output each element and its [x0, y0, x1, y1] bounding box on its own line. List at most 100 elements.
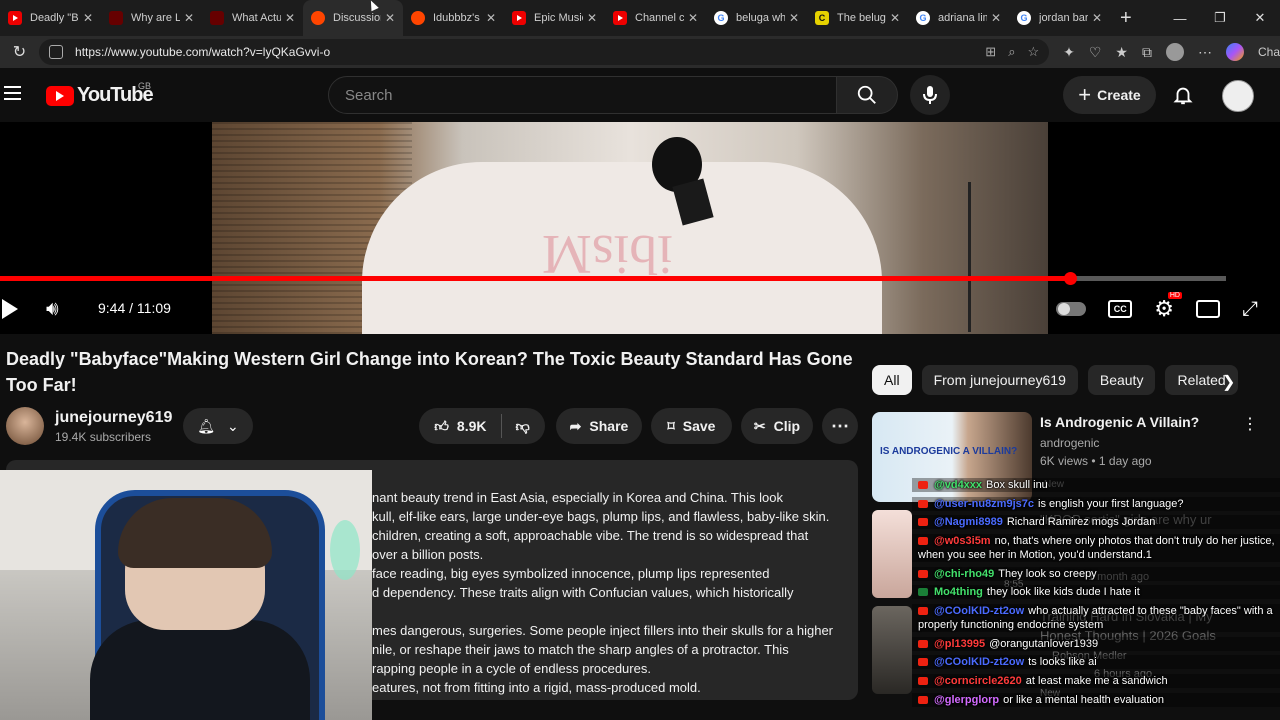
miniplayer-icon[interactable] [1196, 300, 1220, 318]
description-line: nant beauty trend in East Asia, especial… [372, 490, 783, 505]
channel-avatar[interactable] [6, 407, 44, 445]
video-thumbnail[interactable] [872, 606, 912, 694]
member-badge-icon [918, 588, 928, 597]
browser-tab[interactable]: Deadly "Ba ✕ [0, 0, 101, 36]
restore-icon[interactable]: ❐ [1200, 10, 1240, 26]
like-count[interactable]: 8.9K [457, 418, 487, 434]
omnibox-icons: ⊞ ⌕ ☆ [985, 44, 1039, 60]
thumbs-up-icon[interactable]: 👍︎ [434, 418, 449, 435]
browser-tab-active[interactable]: Discussion ✕ [303, 0, 403, 36]
recommended-meta: 6K views • 1 day ago [1040, 454, 1152, 468]
plus-icon: + [1078, 82, 1092, 107]
close-icon[interactable]: ✕ [1092, 11, 1102, 25]
close-icon[interactable]: ✕ [688, 11, 698, 25]
browser-tab[interactable]: C The beluga ✕ [807, 0, 908, 36]
scissors-icon: ✂ [753, 417, 766, 434]
progress-bar[interactable] [0, 272, 1226, 285]
copilot-label[interactable]: Cha [1258, 45, 1280, 59]
chip-all[interactable]: All [872, 365, 912, 395]
close-icon[interactable]: ✕ [890, 11, 900, 25]
share-button[interactable]: ➦ Share [556, 408, 642, 444]
browser-tab[interactable]: Gjordan barr ✕ [1009, 0, 1110, 36]
chat-username: Mo4thing [934, 586, 983, 598]
search-input[interactable]: Search [328, 76, 837, 114]
autoplay-toggle[interactable] [1056, 302, 1087, 316]
reload-icon[interactable]: ↻ [0, 42, 39, 62]
subscriber-count: 19.4K subscribers [55, 430, 152, 444]
notifications-icon[interactable] [1172, 84, 1194, 111]
fullscreen-icon[interactable]: ⤢ [1242, 298, 1258, 321]
video-player[interactable]: ibisM 🔊︎ 9:44 / 11:09 CC ⚙ HD ⤢ [0, 122, 1280, 334]
more-vertical-icon[interactable]: ⋮ [1242, 414, 1258, 434]
profile-avatar[interactable] [1165, 43, 1184, 61]
tab-label: Channel co [635, 12, 684, 24]
filter-chips: All From junejourney619 Beauty Related [872, 365, 1238, 395]
close-icon[interactable]: ✕ [486, 11, 496, 25]
create-label: Create [1097, 87, 1141, 103]
close-icon[interactable]: ✕ [587, 11, 597, 25]
chat-message: @Nagmi8989 Richard Ramirez mogs Jordan [912, 515, 1280, 529]
favorite-star-icon[interactable]: ☆ [1027, 44, 1039, 60]
browser-tab[interactable]: Epic Music ✕ [504, 0, 605, 36]
subscription-bell-button[interactable]: 🔔︎ ⌄ [183, 408, 253, 444]
voice-search-button[interactable] [910, 75, 950, 115]
play-icon[interactable] [2, 299, 18, 319]
clip-button[interactable]: ✂ Clip [741, 408, 813, 444]
more-actions-button[interactable]: ⋯ [822, 408, 858, 444]
chat-username: @pl13995 [934, 638, 986, 650]
browser-tab[interactable]: Channel co ✕ [605, 0, 706, 36]
description-text: nant beauty trend in East Asia, especial… [372, 488, 852, 697]
google-favicon-icon: G [714, 11, 728, 25]
volume-icon[interactable]: 🔊︎ [46, 298, 59, 321]
channel-name[interactable]: junejourney619 [55, 409, 172, 427]
save-button[interactable]: ⌑ Save [651, 408, 732, 444]
browser-tab[interactable]: What Actu ✕ [202, 0, 303, 36]
extensions-icon[interactable]: ✦ [1063, 44, 1075, 61]
close-icon[interactable]: ✕ [789, 11, 799, 25]
app-install-icon[interactable]: ⊞ [985, 44, 996, 60]
youtube-favicon-icon [8, 11, 22, 25]
browser-tab[interactable]: Why are Le ✕ [101, 0, 202, 36]
browser-tab[interactable]: Gadriana lim ✕ [908, 0, 1009, 36]
chip-beauty[interactable]: Beauty [1087, 365, 1156, 395]
recommended-channel[interactable]: androgenic [1040, 436, 1099, 450]
chat-username: @chi-rho49 [934, 568, 995, 580]
thumbs-down-icon[interactable]: 👎︎ [516, 418, 530, 435]
close-icon[interactable]: ✕ [83, 11, 93, 25]
create-button[interactable]: + Create [1063, 76, 1156, 114]
user-avatar[interactable] [1222, 80, 1254, 112]
tripod [968, 182, 1008, 332]
browser-tab[interactable]: Idubbbz's v ✕ [403, 0, 504, 36]
youtube-badge-icon [918, 518, 928, 527]
progress-scrubber[interactable] [1064, 272, 1078, 285]
search-icon [857, 85, 876, 104]
close-icon[interactable]: ✕ [385, 11, 395, 25]
settings-icon[interactable]: ⚙ HD [1154, 292, 1182, 322]
tab-label: What Actu [232, 12, 281, 24]
url-text[interactable]: https://www.youtube.com/watch?v=lyQKaGvv… [75, 45, 985, 59]
browser-essentials-icon[interactable]: ♡ [1089, 44, 1102, 61]
collections-icon[interactable]: ⧉ [1142, 44, 1152, 61]
copilot-icon[interactable] [1225, 43, 1244, 61]
youtube-logo[interactable]: YouTube GB [46, 81, 154, 107]
close-icon[interactable]: ✕ [991, 11, 1001, 25]
favorites-icon[interactable]: ★ [1115, 44, 1128, 61]
search-button[interactable] [836, 76, 898, 114]
video-thumbnail[interactable] [872, 510, 912, 598]
address-bar[interactable]: https://www.youtube.com/watch?v=lyQKaGvv… [39, 39, 1050, 65]
more-options-icon[interactable]: ⋯ [1198, 44, 1212, 61]
recommended-title[interactable]: Is Androgenic A Villain? [1040, 414, 1199, 430]
chevron-right-icon[interactable]: ❯ [1222, 372, 1235, 392]
minimize-icon[interactable]: — [1160, 11, 1200, 26]
menu-icon[interactable] [4, 86, 21, 100]
site-info-icon[interactable] [49, 45, 64, 59]
close-icon[interactable]: ✕ [184, 11, 194, 25]
zoom-icon[interactable]: ⌕ [1008, 44, 1015, 60]
reddit-favicon-icon [311, 11, 325, 25]
new-tab-icon[interactable]: + [1120, 7, 1132, 30]
close-icon[interactable]: ✕ [285, 11, 295, 25]
close-window-icon[interactable]: ✕ [1240, 10, 1280, 26]
captions-icon[interactable]: CC [1108, 300, 1133, 318]
browser-tab[interactable]: Gbeluga wha ✕ [706, 0, 807, 36]
chip-from-channel[interactable]: From junejourney619 [921, 365, 1078, 395]
